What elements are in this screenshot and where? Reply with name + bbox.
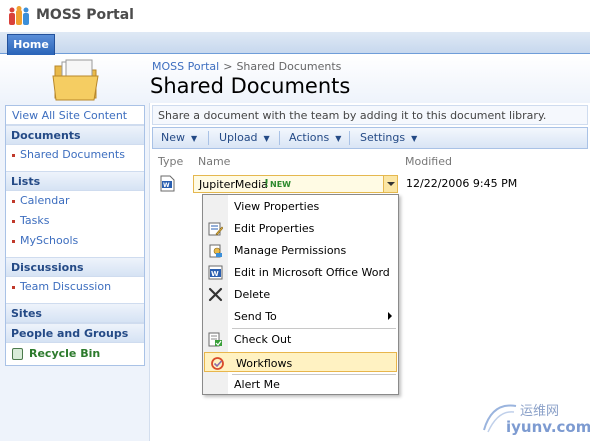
- column-header-name[interactable]: Name: [198, 155, 230, 168]
- chevron-down-icon: ▼: [411, 134, 418, 143]
- upload-menu-button[interactable]: Upload ▼: [219, 128, 270, 148]
- watermark-cn: 运维网: [520, 404, 560, 419]
- nav-heading-documents[interactable]: Documents: [6, 125, 144, 145]
- nav-heading-sites[interactable]: Sites: [6, 303, 144, 323]
- menu-item-view-properties[interactable]: View Properties: [203, 196, 398, 216]
- toolbar-divider: [208, 131, 209, 145]
- breadcrumb-current[interactable]: Shared Documents: [236, 60, 341, 73]
- new-flag-icon: !: [264, 177, 270, 190]
- word-icon: W: [208, 265, 223, 280]
- document-name[interactable]: JupiterMedia: [199, 178, 268, 191]
- item-menu-dropdown-button[interactable]: [383, 176, 397, 192]
- workflows-icon: [211, 357, 224, 370]
- nav-item-tasks[interactable]: Tasks: [6, 211, 144, 231]
- menu-item-edit-in-word[interactable]: W Edit in Microsoft Office Word: [203, 262, 398, 282]
- delete-x-icon: [208, 287, 223, 302]
- menu-item-label: Edit in Microsoft Office Word: [234, 266, 390, 279]
- folder-icon: [52, 59, 99, 101]
- permissions-icon: [209, 244, 222, 258]
- toolbar-divider: [279, 131, 280, 145]
- toolbar-divider: [349, 131, 350, 145]
- new-label: New: [161, 131, 185, 144]
- edit-properties-icon: [208, 222, 223, 236]
- new-menu-button[interactable]: New ▼: [161, 128, 197, 148]
- menu-item-label: View Properties: [234, 200, 320, 213]
- tab-bar: Home: [0, 32, 590, 55]
- chevron-down-icon: ▼: [335, 134, 342, 143]
- menu-item-label: Send To: [234, 310, 277, 323]
- recycle-bin-icon: [12, 348, 23, 360]
- watermark: 运维网 iyunv.com: [480, 392, 590, 440]
- top-bar: MOSS Portal: [0, 0, 590, 32]
- list-toolbar: New ▼ Upload ▼ Actions ▼ Settings ▼: [152, 127, 588, 149]
- new-badge: NEW: [270, 180, 291, 189]
- page-header: MOSS Portal > Shared Documents Shared Docu…: [0, 55, 590, 103]
- library-description: Share a document with the team by adding…: [152, 105, 588, 125]
- actions-label: Actions: [289, 131, 330, 144]
- nav-item-label: Tasks: [20, 214, 50, 227]
- nav-heading-lists[interactable]: Lists: [6, 171, 144, 191]
- bullet-icon: [12, 199, 15, 203]
- word-doc-icon[interactable]: W: [160, 175, 175, 192]
- menu-item-manage-permissions[interactable]: Manage Permissions: [203, 240, 398, 260]
- view-all-site-content-link[interactable]: View All Site Content: [6, 106, 144, 125]
- item-context-menu: View Properties Edit Properties Manage P…: [202, 194, 399, 395]
- menu-item-check-out[interactable]: Check Out: [203, 329, 398, 349]
- bullet-icon: [12, 285, 15, 289]
- page-title: Shared Documents: [150, 74, 351, 98]
- column-header-modified[interactable]: Modified: [405, 155, 452, 168]
- chevron-down-icon: ▼: [263, 134, 270, 143]
- menu-item-label: Manage Permissions: [234, 244, 347, 257]
- watermark-en: iyunv.com: [506, 418, 590, 436]
- check-out-icon: [208, 332, 222, 347]
- breadcrumb: MOSS Portal > Shared Documents: [152, 60, 341, 73]
- breadcrumb-separator: >: [223, 60, 233, 73]
- nav-item-label: Shared Documents: [20, 148, 125, 161]
- nav-heading-discussions[interactable]: Discussions: [6, 257, 144, 277]
- menu-item-label: Alert Me: [234, 378, 280, 391]
- quick-launch-panel: View All Site Content Documents Shared D…: [5, 105, 145, 366]
- upload-label: Upload: [219, 131, 258, 144]
- submenu-arrow-icon: [388, 312, 392, 320]
- bullet-icon: [12, 153, 15, 157]
- column-header-type[interactable]: Type: [158, 155, 183, 168]
- quick-launch: View All Site Content Documents Shared D…: [0, 103, 150, 441]
- nav-item-label: Calendar: [20, 194, 70, 207]
- breadcrumb-root[interactable]: MOSS Portal: [152, 60, 219, 73]
- bullet-icon: [12, 219, 15, 223]
- menu-item-alert-me[interactable]: Alert Me: [203, 374, 398, 394]
- tab-home[interactable]: Home: [7, 34, 55, 55]
- settings-menu-button[interactable]: Settings ▼: [360, 128, 417, 148]
- document-name-box[interactable]: JupiterMedia ! NEW: [193, 175, 398, 193]
- nav-item-myschools[interactable]: MySchools: [6, 231, 144, 251]
- recycle-bin-link[interactable]: Recycle Bin: [6, 343, 144, 365]
- menu-item-delete[interactable]: Delete: [203, 284, 398, 304]
- svg-text:W: W: [163, 182, 170, 189]
- site-title[interactable]: MOSS Portal: [36, 7, 134, 23]
- menu-item-label: Delete: [234, 288, 271, 301]
- nav-heading-people-and-groups[interactable]: People and Groups: [6, 323, 144, 343]
- moss-logo-icon: [9, 6, 29, 25]
- menu-item-edit-properties[interactable]: Edit Properties: [203, 218, 398, 238]
- menu-item-label: Edit Properties: [234, 222, 315, 235]
- chevron-down-icon: ▼: [191, 134, 198, 143]
- nav-item-team-discussion[interactable]: Team Discussion: [6, 277, 144, 297]
- menu-item-label: Workflows: [236, 357, 293, 370]
- document-modified: 12/22/2006 9:45 PM: [406, 177, 518, 190]
- menu-item-workflows[interactable]: Workflows: [204, 352, 397, 372]
- nav-item-shared-documents[interactable]: Shared Documents: [6, 145, 144, 165]
- menu-item-label: Check Out: [234, 333, 292, 346]
- recycle-bin-label: Recycle Bin: [29, 347, 101, 360]
- actions-menu-button[interactable]: Actions ▼: [289, 128, 341, 148]
- menu-item-send-to[interactable]: Send To: [203, 306, 398, 326]
- settings-label: Settings: [360, 131, 406, 144]
- bullet-icon: [12, 239, 15, 243]
- nav-item-label: Team Discussion: [20, 280, 112, 293]
- nav-item-label: MySchools: [20, 234, 79, 247]
- svg-text:W: W: [211, 270, 219, 278]
- nav-item-calendar[interactable]: Calendar: [6, 191, 144, 211]
